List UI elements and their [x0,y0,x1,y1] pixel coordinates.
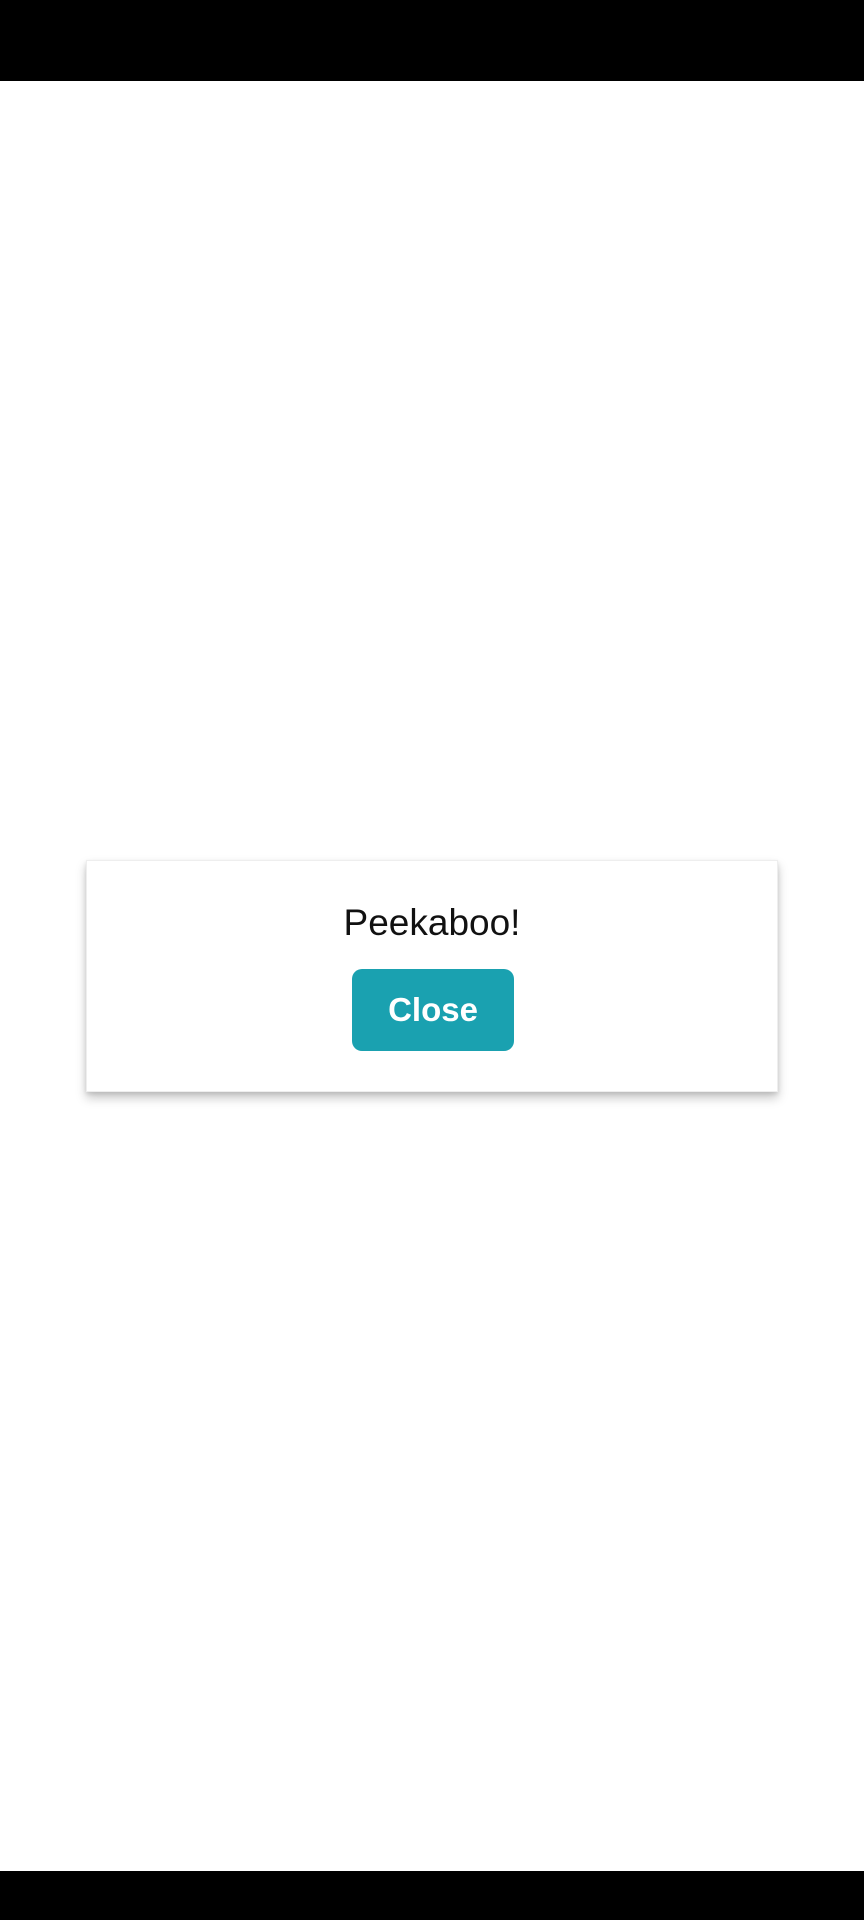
popup-dialog: Peekaboo! Close [86,860,778,1092]
navigation-bar [0,1871,864,1920]
dialog-message: Peekaboo! [343,902,521,943]
status-bar [0,0,864,81]
close-button[interactable]: Close [352,969,514,1051]
